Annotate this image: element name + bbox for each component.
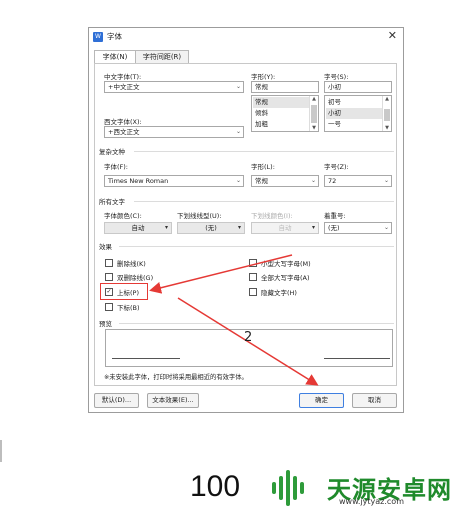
brand-logo-icon [272,470,304,506]
arrow-to-superscript [149,254,293,294]
edge-mark [0,440,2,462]
step-number: 2 [244,330,253,345]
brand-url: www.jytyaz.com [339,497,404,506]
watermark-number: 100 [190,470,241,503]
annotation-arrows [149,254,319,386]
